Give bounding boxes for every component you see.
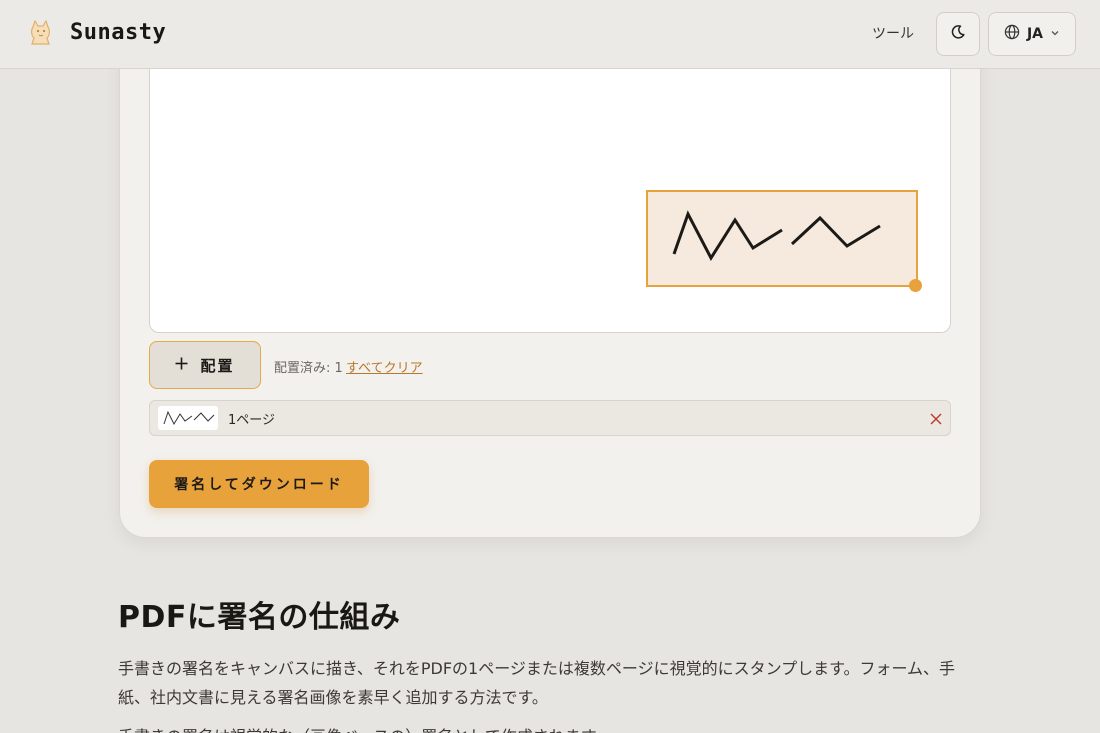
section-title: PDFに署名の仕組み — [118, 600, 401, 635]
placed-item-row: 1ページ — [149, 400, 951, 436]
theme-toggle-button[interactable] — [936, 12, 980, 56]
language-selector[interactable]: JA — [988, 12, 1076, 56]
remove-item-button[interactable] — [926, 409, 946, 429]
section-paragraph-1: 手書きの署名をキャンバスに描き、それをPDFの1ページまたは複数ページに視覚的に… — [118, 659, 956, 707]
signature-thumbnail — [158, 406, 218, 430]
section-paragraph-2: 手書きの署名は視覚的な（画像ベースの）署名として作成されます。 — [118, 722, 980, 733]
close-icon — [930, 410, 942, 429]
nav-tools-link[interactable]: ツール — [862, 22, 924, 46]
clear-all-link[interactable]: すべてクリア — [346, 357, 423, 376]
place-button-label: 配置 — [200, 356, 235, 375]
language-label: JA — [1026, 26, 1044, 42]
top-header: Sunasty ツール JA — [0, 0, 1100, 69]
item-page-label: 1ページ — [228, 413, 276, 428]
moon-icon — [950, 24, 966, 44]
signature-drawing — [672, 210, 881, 262]
sign-download-button[interactable]: 署名してダウンロード — [149, 460, 369, 508]
globe-icon — [1004, 24, 1020, 44]
placed-count: 配置済み: 1 — [274, 361, 343, 376]
chevron-down-icon — [1050, 26, 1060, 42]
brand-name[interactable]: Sunasty — [70, 20, 166, 45]
signature-resize-handle[interactable] — [909, 279, 922, 292]
place-signature-button[interactable]: 配置 — [149, 341, 261, 389]
cat-logo-icon[interactable] — [26, 18, 56, 48]
pdf-page-canvas[interactable] — [149, 40, 951, 333]
plus-icon — [175, 356, 188, 374]
placed-signature[interactable] — [646, 190, 918, 287]
